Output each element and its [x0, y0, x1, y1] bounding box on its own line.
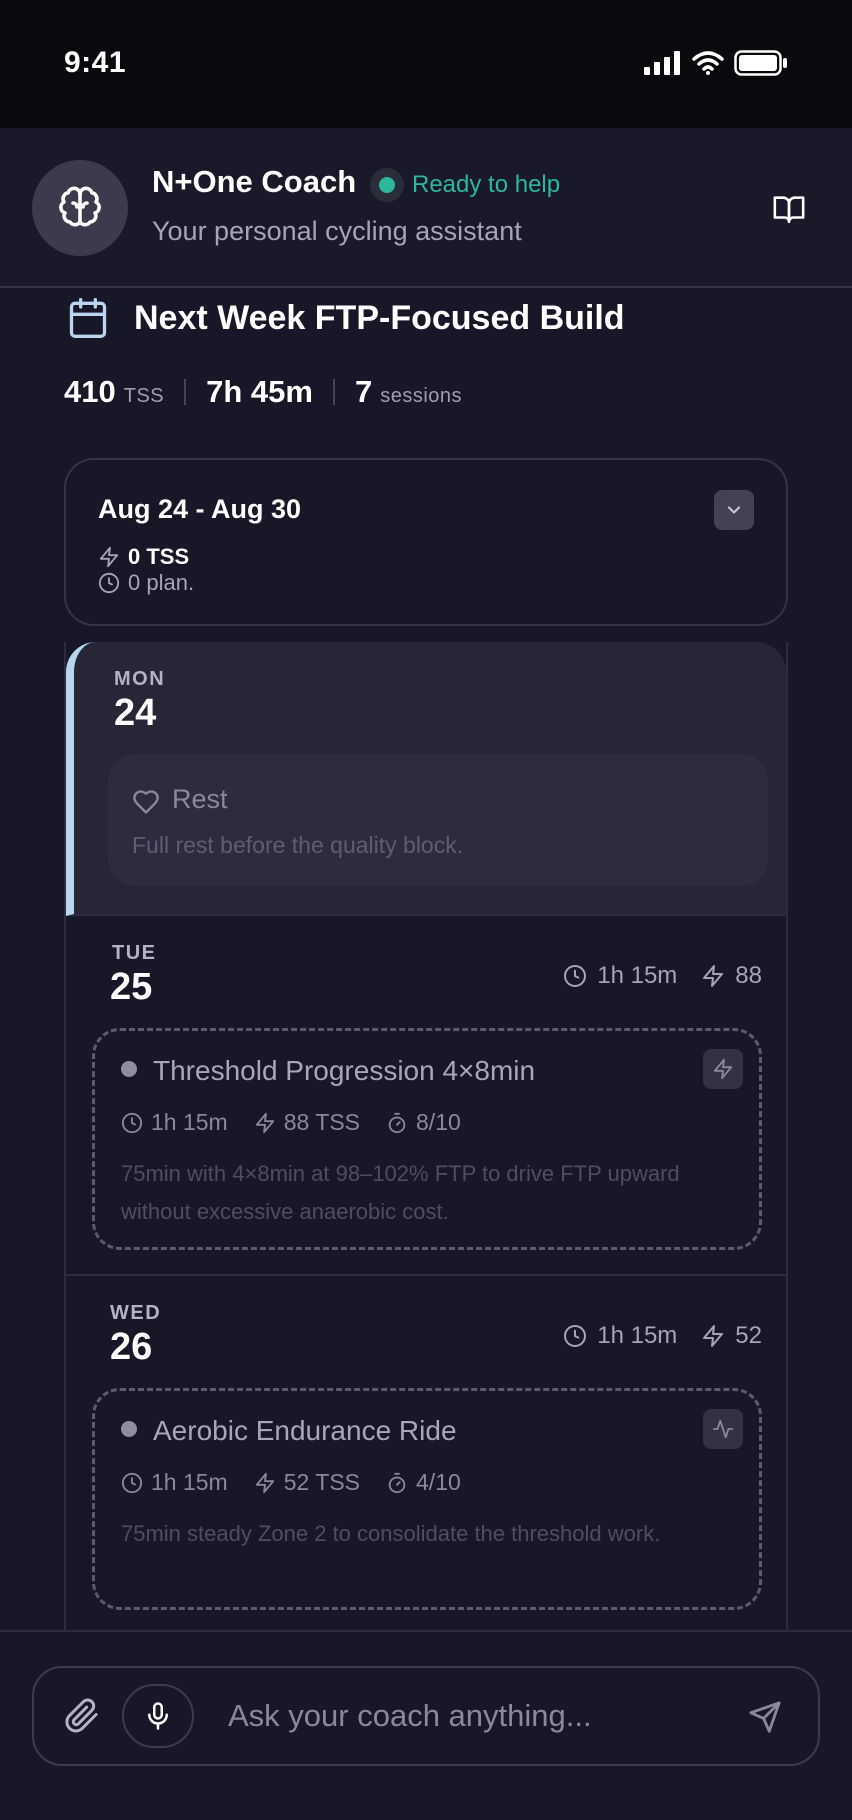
expand-week-button[interactable]	[714, 490, 754, 530]
week-summary-card[interactable]: Aug 24 - Aug 30 0 TSS 0 plan.	[64, 458, 788, 626]
voice-button[interactable]	[122, 1684, 194, 1748]
workout-description: 75min with 4×8min at 98–102% FTP to driv…	[121, 1161, 680, 1224]
clock-icon	[121, 1472, 143, 1493]
stat-tss-unit: TSS	[123, 385, 165, 407]
chevron-down-icon	[727, 506, 741, 514]
stat-sessions-unit: sessions	[380, 385, 463, 407]
paperclip-icon	[65, 1698, 98, 1733]
stat-tss-value: 410	[64, 374, 116, 409]
clock-icon	[98, 572, 120, 594]
online-indicator	[370, 168, 404, 202]
message-input[interactable]	[228, 1694, 708, 1738]
heart-icon	[133, 790, 159, 814]
day-summary: 1h 15m 88	[563, 962, 762, 990]
brain-icon	[59, 186, 101, 227]
book-button[interactable]	[772, 192, 806, 226]
day-name: TUE	[112, 942, 157, 964]
stat-divider	[332, 379, 335, 405]
stat-divider	[184, 379, 187, 405]
timer-icon	[388, 1112, 406, 1133]
day-duration: 1h 15m	[597, 1322, 678, 1349]
stat-sessions-value: 7	[354, 374, 373, 409]
day-row-mon[interactable]: MON 24 Rest Full rest before the quality…	[66, 642, 786, 916]
day-number: 24	[114, 692, 157, 734]
day-number: 26	[110, 1326, 153, 1368]
workout-title: Threshold Progression 4×8min	[153, 1055, 536, 1086]
day-number: 25	[110, 966, 153, 1008]
day-row-wed[interactable]: WED 26 1h 15m 52 Aerobic Endurance Ride …	[66, 1276, 786, 1630]
week-tss-row: 0 TSS	[98, 544, 189, 570]
calendar-icon	[69, 298, 107, 338]
activity-icon	[712, 1419, 734, 1439]
workout-duration: 1h 15m	[151, 1109, 228, 1135]
bolt-icon	[703, 1325, 724, 1347]
day-summary: 1h 15m 52	[563, 1322, 762, 1350]
day-tss: 88	[735, 962, 762, 989]
send-icon	[749, 1701, 781, 1733]
mic-icon	[148, 1702, 168, 1730]
wifi-icon	[692, 51, 724, 75]
day-tss: 52	[735, 1322, 762, 1349]
status-icons	[644, 50, 788, 76]
week-tss: 0 TSS	[128, 544, 190, 569]
clock-icon	[121, 1112, 143, 1133]
week-range: Aug 24 - Aug 30	[98, 494, 302, 524]
timer-icon	[388, 1472, 406, 1493]
attach-button[interactable]	[64, 1698, 100, 1734]
coach-status: Ready to help	[370, 168, 560, 202]
rest-label: Rest	[172, 784, 228, 814]
rest-description: Full rest before the quality block.	[132, 832, 464, 858]
day-row-tue[interactable]: TUE 25 1h 15m 88 Threshold Progression 4…	[66, 916, 786, 1276]
week-planned: 0 plan.	[128, 570, 195, 595]
plan-header: Next Week FTP-Focused Build	[66, 296, 625, 340]
coach-subtitle: Your personal cycling assistant	[152, 216, 522, 246]
coach-avatar	[32, 160, 128, 256]
workout-type-badge	[703, 1409, 743, 1449]
workout-title: Aerobic Endurance Ride	[153, 1415, 457, 1446]
clock-icon	[564, 1325, 587, 1347]
workout-tss: 88 TSS	[283, 1109, 361, 1135]
workout-rpe: 4/10	[416, 1469, 461, 1495]
workout-tss: 52 TSS	[283, 1469, 361, 1495]
coach-title: N+One Coach	[152, 164, 357, 199]
workout-meta: 1h 15m 88 TSS 8/10	[121, 1109, 461, 1136]
workout-type-badge	[703, 1049, 743, 1089]
workout-description: 75min steady Zone 2 to consolidate the t…	[121, 1521, 661, 1546]
status-bar: 9:41	[0, 0, 852, 128]
status-time: 9:41	[64, 46, 127, 79]
workout-duration: 1h 15m	[151, 1469, 228, 1495]
workout-status-dot	[121, 1061, 137, 1077]
workout-card[interactable]: Aerobic Endurance Ride 1h 15m 52 TSS 4/1…	[92, 1388, 762, 1610]
plan-title: Next Week FTP-Focused Build	[134, 298, 625, 337]
workout-rpe: 8/10	[416, 1109, 461, 1135]
bolt-icon	[255, 1472, 274, 1493]
day-duration: 1h 15m	[597, 962, 678, 989]
composer-bar	[0, 1630, 852, 1820]
day-name: WED	[110, 1302, 162, 1324]
day-name: MON	[114, 668, 166, 690]
bolt-icon	[99, 546, 119, 568]
composer	[32, 1666, 820, 1766]
workout-meta: 1h 15m 52 TSS 4/10	[121, 1469, 461, 1496]
bolt-icon	[255, 1112, 274, 1133]
chat-header: N+One Coach Ready to help Your personal …	[0, 128, 852, 288]
clock-icon	[564, 965, 587, 987]
plan-stats: 410 TSS 7h 45m 7 sessions	[64, 374, 462, 410]
battery-icon	[734, 50, 787, 76]
coach-status-text: Ready to help	[412, 171, 561, 198]
bolt-icon	[703, 965, 724, 987]
signal-icon	[644, 51, 680, 75]
send-button[interactable]	[748, 1700, 782, 1734]
day-list: MON 24 Rest Full rest before the quality…	[64, 642, 788, 1630]
book-open-icon	[773, 196, 805, 224]
workout-status-dot	[121, 1421, 137, 1437]
week-planned-row: 0 plan.	[98, 570, 194, 596]
bolt-icon	[713, 1058, 733, 1080]
rest-card[interactable]: Rest Full rest before the quality block.	[108, 754, 768, 886]
chat-content[interactable]: Next Week FTP-Focused Build 410 TSS 7h 4…	[0, 290, 852, 1630]
workout-card[interactable]: Threshold Progression 4×8min 1h 15m 88 T…	[92, 1028, 762, 1250]
stat-duration-value: 7h 45m	[206, 374, 313, 409]
